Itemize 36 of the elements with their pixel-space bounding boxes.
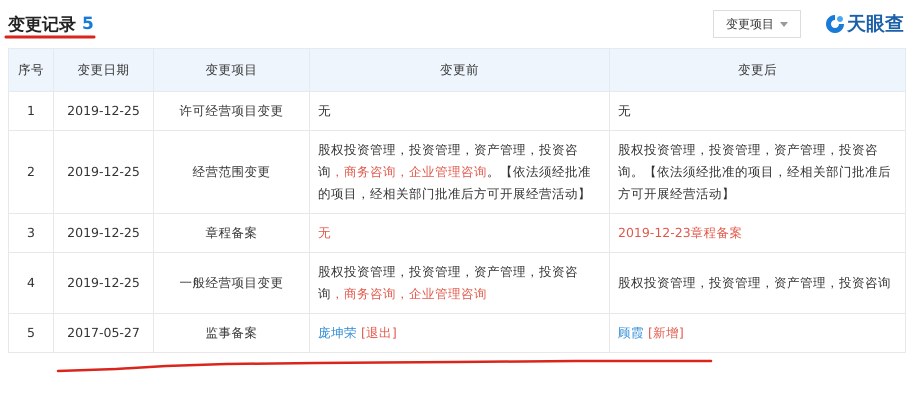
record-count: 5 [82, 14, 94, 34]
table-cell: 5 [8, 314, 54, 352]
table-cell: 股权投资管理，投资管理，资产管理，投资咨询，商务咨询，企业管理咨询。【依法须经批准的项目，经相关部门批准后方可开展经营活动】 [310, 130, 610, 214]
table-cell: 1 [8, 92, 54, 130]
table-cell: 2019-12-25 [54, 130, 154, 214]
column-header: 变更前 [310, 48, 610, 92]
column-header: 变更项目 [154, 48, 310, 92]
table-cell: 监事备案 [154, 314, 310, 352]
table-cell: 2019-12-25 [54, 92, 154, 130]
table-cell: 无 [310, 92, 610, 130]
table-cell: 2019-12-25 [54, 214, 154, 252]
table-cell: 许可经营项目变更 [154, 92, 310, 130]
table-cell: 股权投资管理，投资管理，资产管理，投资咨询。【依法须经批准的项目，经相关部门批准后方可开展经营活动】 [610, 130, 906, 214]
table-cell: 股权投资管理，投资管理，资产管理，投资咨询 [610, 252, 906, 314]
table-cell: 2 [8, 130, 54, 214]
column-header: 变更后 [610, 48, 906, 92]
table-cell: 无 [610, 92, 906, 130]
table-cell: 3 [8, 214, 54, 252]
section-title: 变更记录 [8, 14, 76, 36]
swirl-logo-icon [825, 14, 845, 34]
column-header: 变更日期 [54, 48, 154, 92]
caret-icon [780, 22, 788, 26]
table-cell: 4 [8, 252, 54, 314]
filter-dropdown[interactable]: 变更项目 [713, 10, 801, 38]
table-cell: 庞坤荣 [退出] [310, 314, 610, 352]
table-cell: 无 [310, 214, 610, 252]
brand-logo: 天眼查 [847, 12, 904, 37]
column-header: 序号 [8, 48, 54, 92]
table-cell: 2019-12-25 [54, 252, 154, 314]
table-cell: 2019-12-23章程备案 [610, 214, 906, 252]
table-cell: 章程备案 [154, 214, 310, 252]
table-cell: 顾霞 [新增] [610, 314, 906, 352]
table-cell: 一般经营项目变更 [154, 252, 310, 314]
table-cell: 经营范围变更 [154, 130, 310, 214]
table-cell: 股权投资管理，投资管理，资产管理，投资咨询，商务咨询，企业管理咨询 [310, 252, 610, 314]
table-cell: 2017-05-27 [54, 314, 154, 352]
